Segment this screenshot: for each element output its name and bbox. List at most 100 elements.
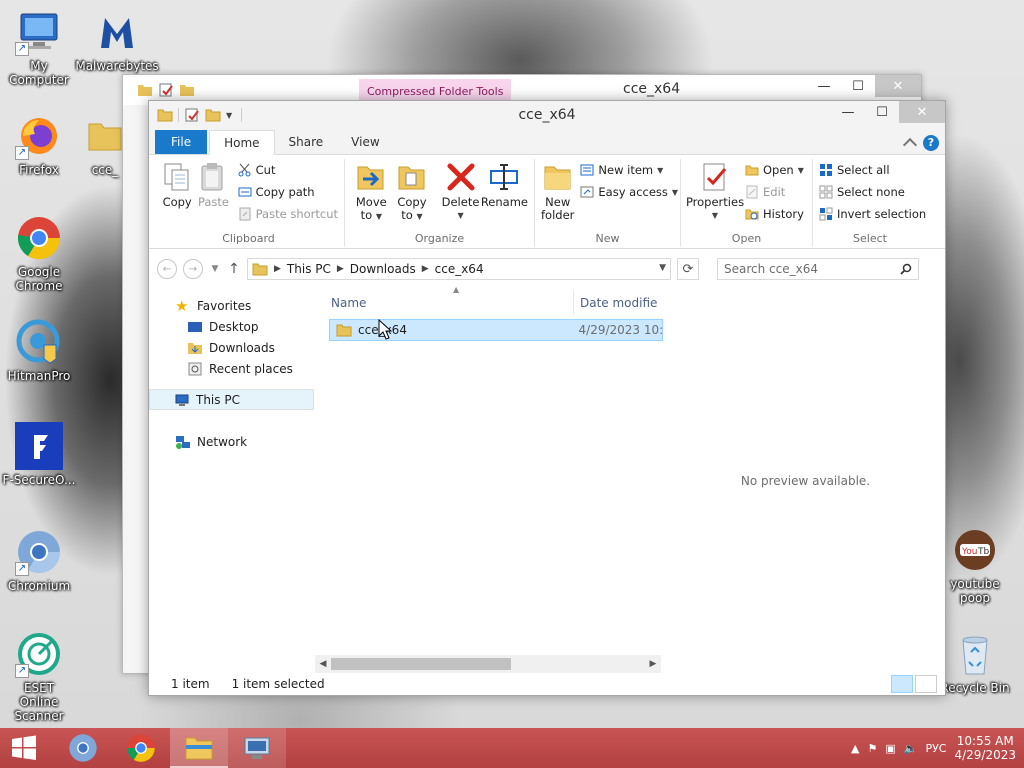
open-button[interactable]: Open ▼ — [745, 161, 804, 179]
copy-path-icon — [238, 187, 252, 197]
edit-icon — [746, 185, 758, 199]
desktop-icon-hitmanpro[interactable]: HitmanPro — [0, 318, 78, 383]
details-view-button[interactable] — [891, 675, 913, 693]
desktop-icon-my-computer[interactable]: ↗ My Computer — [0, 8, 78, 87]
clock-time: 10:55 AM — [956, 734, 1014, 748]
delete-x-icon — [447, 163, 475, 191]
nav-favorites[interactable]: ★ Favorites — [149, 295, 314, 316]
nav-desktop[interactable]: Desktop — [149, 316, 314, 337]
refresh-button[interactable]: ⟳ — [677, 258, 699, 280]
address-row: ← → ▼ ↑ ▶ This PC ▶ Downloads ▶ cce_x64 … — [149, 249, 945, 289]
desktop-icon-malwarebytes[interactable]: Malwarebytes — [75, 8, 159, 73]
desktop-icon-google-chrome[interactable]: Google Chrome — [0, 214, 78, 293]
new-item-icon — [580, 164, 594, 176]
nav-network[interactable]: Network — [149, 431, 314, 452]
invert-selection-button[interactable]: Invert selection — [819, 205, 926, 223]
properties-icon — [703, 163, 727, 191]
rename-icon — [490, 164, 519, 190]
breadcrumb-this-pc[interactable]: This PC — [287, 262, 331, 276]
svg-text:You: You — [961, 547, 978, 557]
new-folder-icon — [180, 85, 194, 96]
downloads-folder-icon — [188, 342, 202, 354]
desktop-icon-youtube-poop[interactable]: You Tb youtube poop — [936, 526, 1014, 605]
history-button[interactable]: History — [745, 205, 804, 223]
ribbon: Copy Paste Cut Copy path Paste shortcut — [149, 155, 945, 249]
select-all-button[interactable]: Select all — [819, 161, 926, 179]
maximize-button[interactable]: ☐ — [841, 75, 875, 97]
network-status-icon[interactable]: ▣ — [885, 742, 895, 755]
copy-icon — [164, 163, 189, 191]
desktop-icon-fsecure[interactable]: F-SecureO... — [0, 422, 78, 487]
taskbar-remote-app[interactable] — [228, 728, 286, 768]
breadcrumb-cce-x64[interactable]: cce_x64 — [435, 262, 484, 276]
select-all-icon — [820, 164, 832, 176]
tab-file[interactable]: File — [155, 130, 208, 154]
open-folder-icon — [745, 165, 759, 176]
start-button[interactable] — [0, 728, 48, 768]
invert-selection-icon — [819, 207, 833, 221]
input-language-indicator[interactable]: РУС — [925, 742, 946, 755]
address-bar[interactable]: ▶ This PC ▶ Downloads ▶ cce_x64 ▼ — [247, 258, 671, 280]
easy-access-button[interactable]: Easy access ▼ — [580, 183, 678, 201]
close-button[interactable]: ✕ — [899, 101, 945, 123]
desktop-icon-label: youtube poop — [950, 577, 1000, 605]
breadcrumb-chevron-icon[interactable]: ▶ — [337, 264, 344, 274]
tab-view[interactable]: View — [337, 130, 393, 154]
cut-button[interactable]: Cut — [238, 161, 338, 179]
chromium-icon — [69, 734, 97, 762]
tab-home[interactable]: Home — [209, 130, 275, 155]
nav-recent-places[interactable]: Recent places — [149, 358, 314, 379]
taskbar-chrome[interactable] — [112, 728, 170, 768]
scroll-left-icon[interactable]: ◀ — [315, 659, 331, 669]
close-button[interactable]: ✕ — [875, 75, 921, 97]
horizontal-scrollbar[interactable]: ◀ ▶ — [315, 655, 661, 673]
address-history-chevron-icon[interactable]: ▼ — [659, 263, 666, 273]
column-header-name[interactable]: Name — [315, 296, 573, 310]
search-input[interactable]: Search cce_x64 — [717, 258, 919, 280]
action-center-flag-icon[interactable]: ⚑ — [867, 742, 877, 755]
taskbar-clock[interactable]: 10:55 AM 4/29/2023 — [954, 734, 1016, 762]
nav-downloads[interactable]: Downloads — [149, 337, 314, 358]
preview-message: No preview available. — [740, 474, 871, 488]
show-hidden-icons-chevron-icon[interactable]: ▲ — [851, 742, 859, 755]
taskbar-chromium[interactable] — [54, 728, 112, 768]
breadcrumb-downloads[interactable]: Downloads — [350, 262, 416, 276]
desktop-icon-recycle-bin[interactable]: Recycle Bin — [936, 630, 1014, 695]
copy-path-button[interactable]: Copy path — [238, 183, 338, 201]
folder-icon — [252, 263, 268, 276]
back-button[interactable]: ← — [157, 259, 177, 279]
taskbar-file-explorer[interactable] — [170, 728, 228, 768]
firefox-icon: ↗ — [15, 112, 63, 160]
history-icon — [745, 209, 759, 220]
up-button[interactable]: ↑ — [227, 261, 241, 277]
youtube-icon: You Tb — [951, 526, 999, 574]
new-item-button[interactable]: New item ▼ — [580, 161, 678, 179]
explorer-window[interactable]: ▼ cce_x64 — ☐ ✕ File Home Share View ? C… — [148, 100, 946, 696]
scroll-right-icon[interactable]: ▶ — [645, 659, 661, 669]
breadcrumb-chevron-icon[interactable]: ▶ — [422, 264, 429, 274]
large-icons-view-button[interactable] — [915, 675, 937, 693]
volume-muted-icon[interactable]: 🔈 — [904, 742, 918, 755]
edit-button[interactable]: Edit — [745, 183, 804, 201]
minimize-button[interactable]: — — [807, 75, 841, 97]
recent-locations-chevron-icon[interactable]: ▼ — [209, 264, 221, 274]
select-none-button[interactable]: Select none — [819, 183, 926, 201]
file-list: ▲ Name Date modifie cce_x64 4/29/2023 10… — [315, 285, 665, 673]
taskbar: ▲ ⚑ ▣ 🔈 РУС 10:55 AM 4/29/2023 — [0, 728, 1024, 768]
minimize-ribbon-chevron-icon[interactable] — [902, 137, 918, 153]
nav-this-pc[interactable]: This PC — [149, 389, 314, 410]
tab-share[interactable]: Share — [275, 130, 338, 154]
ribbon-group-open: Properties ▼ Open ▼ Edit History Open — [681, 159, 813, 247]
desktop-icon-eset[interactable]: ↗ ESET Online Scanner — [0, 630, 78, 723]
column-header-date-modified[interactable]: Date modifie — [573, 291, 657, 315]
desktop-icon-firefox[interactable]: ↗ Firefox — [0, 112, 78, 177]
window-titlebar[interactable]: ▼ cce_x64 — ☐ ✕ — [149, 101, 945, 131]
forward-button[interactable]: → — [183, 259, 203, 279]
scrollbar-thumb[interactable] — [331, 658, 511, 670]
help-button[interactable]: ? — [923, 135, 939, 151]
breadcrumb-chevron-icon[interactable]: ▶ — [274, 264, 281, 274]
minimize-button[interactable]: — — [831, 101, 865, 123]
paste-shortcut-button[interactable]: Paste shortcut — [238, 205, 338, 223]
maximize-button[interactable]: ☐ — [865, 101, 899, 123]
desktop-icon-chromium[interactable]: ↗ Chromium — [0, 528, 78, 593]
